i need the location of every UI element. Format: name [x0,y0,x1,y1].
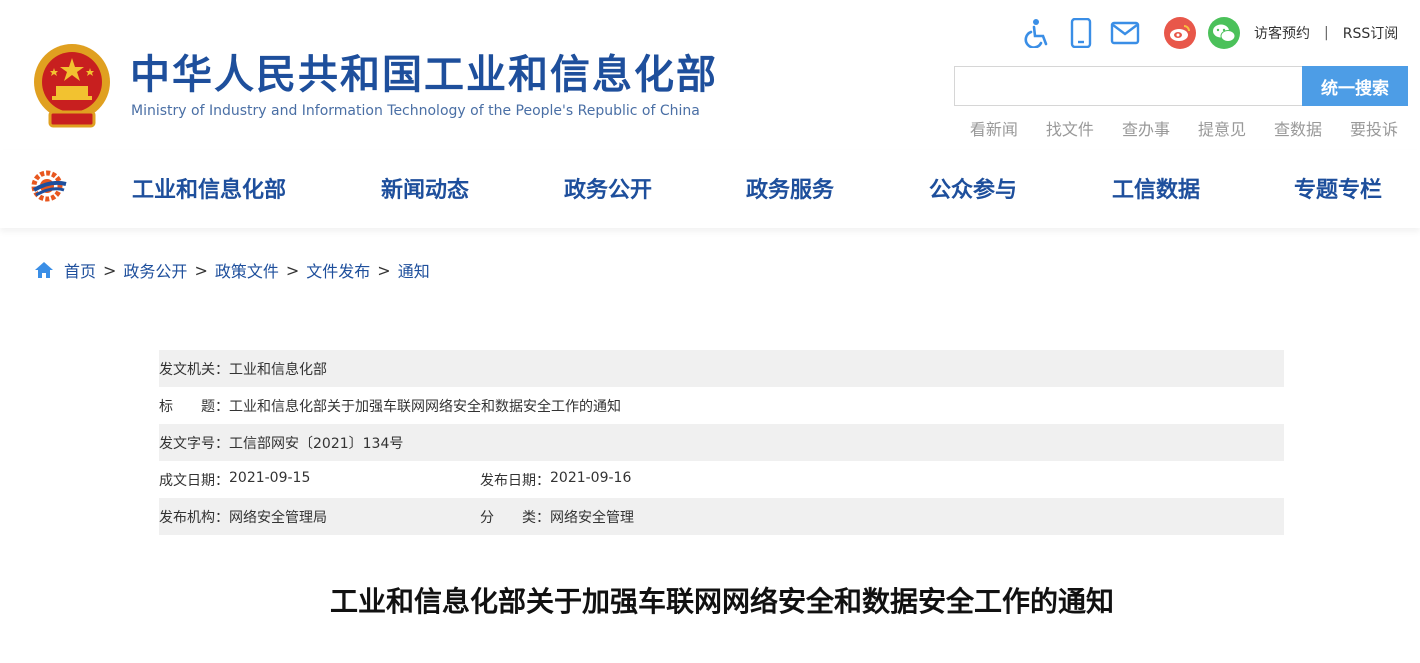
quick-link-documents[interactable]: 找文件 [1046,116,1094,140]
mobile-icon[interactable] [1064,16,1098,50]
breadcrumb-doc-release[interactable]: 文件发布 [306,258,370,282]
top-links: 访客预约 | RSS订阅 [1254,23,1398,43]
site-title: 中华人民共和国工业和信息化部 [130,52,718,98]
site-header: 中华人民共和国工业和信息化部 Ministry of Industry and … [0,0,1420,150]
meta-row-issuer: 发文机关： 工业和信息化部 [159,350,1284,387]
nav-item-miit[interactable]: 工业和信息化部 [132,172,286,204]
rss-subscribe-link[interactable]: RSS订阅 [1343,23,1399,43]
org-label: 发布机构： [159,509,229,526]
link-separator: | [1324,25,1329,41]
category-label: 分 类： [480,509,550,526]
home-icon[interactable] [34,261,54,279]
written-date-label: 成文日期： [159,472,229,489]
breadcrumb-policy-docs[interactable]: 政策文件 [215,258,279,282]
breadcrumb: 首页 > 政务公开 > 政策文件 > 文件发布 > 通知 [34,258,430,282]
quick-link-feedback[interactable]: 提意见 [1198,116,1246,140]
wechat-icon[interactable] [1208,17,1240,49]
breadcrumb-separator: > [103,260,117,280]
nav-item-special-topics[interactable]: 专题专栏 [1294,172,1382,204]
doc-no-label: 发文字号： [159,435,229,452]
quick-links: 看新闻 找文件 查办事 提意见 查数据 要投诉 [942,116,1398,140]
doc-no-value: 工信部网安〔2021〕134号 [229,435,404,452]
nav-item-public-participation[interactable]: 公众参与 [929,172,1017,204]
main-nav: 工业和信息化部 新闻动态 政务公开 政务服务 公众参与 工信数据 专题专栏 [0,150,1420,228]
published-date-label: 发布日期： [480,472,550,489]
quick-link-services[interactable]: 查办事 [1122,116,1170,140]
org-value: 网络安全管理局 [229,509,327,526]
accessibility-icon[interactable] [1020,16,1054,50]
breadcrumb-separator: > [377,260,391,280]
breadcrumb-notice[interactable]: 通知 [398,258,430,282]
nav-item-gov-services[interactable]: 政务服务 [746,172,834,204]
top-toolbar: 访客预约 | RSS订阅 [1020,16,1398,50]
quick-link-complaint[interactable]: 要投诉 [1350,116,1398,140]
issuer-label: 发文机关： [159,361,229,378]
mail-icon[interactable] [1108,16,1142,50]
visitor-appointment-link[interactable]: 访客预约 [1254,23,1310,43]
quick-link-news[interactable]: 看新闻 [970,116,1018,140]
quick-link-data[interactable]: 查数据 [1274,116,1322,140]
category-value: 网络安全管理 [550,509,634,526]
published-date-value: 2021-09-16 [550,469,632,486]
issuer-value: 工业和信息化部 [229,361,327,378]
site-subtitle: Ministry of Industry and Information Tec… [131,103,700,119]
document-title: 工业和信息化部关于加强车联网网络安全和数据安全工作的通知 [329,585,1114,618]
miit-logo-icon[interactable] [30,168,68,204]
weibo-icon[interactable] [1164,17,1196,49]
search-input[interactable] [954,66,1302,106]
meta-row-dates: 成文日期： 2021-09-15 发布日期： 2021-09-16 [159,461,1284,498]
national-emblem-logo[interactable] [30,42,114,130]
title-label: 标 题： [159,398,229,415]
breadcrumb-gov-info[interactable]: 政务公开 [123,258,187,282]
written-date-value: 2021-09-15 [229,469,311,486]
unified-search-button[interactable]: 统一搜索 [1302,66,1408,106]
nav-item-gov-info[interactable]: 政务公开 [564,172,652,204]
search-bar: 统一搜索 [954,66,1408,106]
breadcrumb-separator: > [194,260,208,280]
breadcrumb-home[interactable]: 首页 [64,258,96,282]
nav-item-news[interactable]: 新闻动态 [381,172,469,204]
meta-row-doc-no: 发文字号： 工信部网安〔2021〕134号 [159,424,1284,461]
meta-row-org: 发布机构： 网络安全管理局 分 类： 网络安全管理 [159,498,1284,535]
nav-item-data[interactable]: 工信数据 [1112,172,1200,204]
document-metadata: 发文机关： 工业和信息化部 标 题： 工业和信息化部关于加强车联网网络安全和数据… [159,350,1284,535]
meta-row-title: 标 题： 工业和信息化部关于加强车联网网络安全和数据安全工作的通知 [159,387,1284,424]
breadcrumb-separator: > [285,260,300,280]
title-value: 工业和信息化部关于加强车联网网络安全和数据安全工作的通知 [229,398,621,415]
